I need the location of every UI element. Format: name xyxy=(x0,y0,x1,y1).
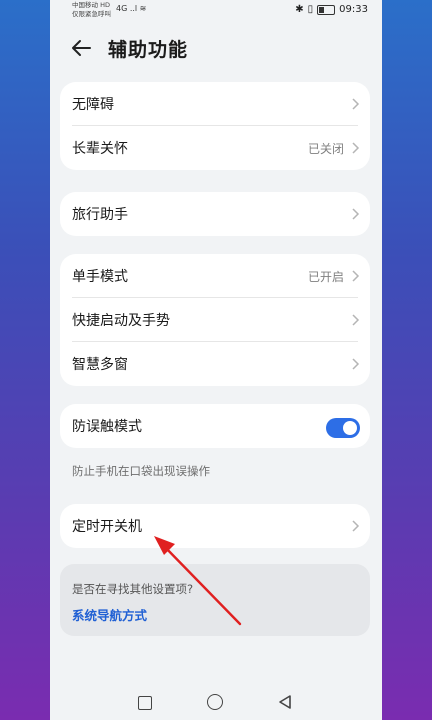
row-label: 防误触模式 xyxy=(72,419,142,435)
settings-group-accessibility: 无障碍 长辈关怀 已关闭 xyxy=(60,82,370,170)
carrier-status: 仅限紧急呼叫 xyxy=(72,10,111,18)
row-label: 智慧多窗 xyxy=(72,357,128,373)
mistouch-hint: 防止手机在口袋出现误操作 xyxy=(72,464,210,478)
row-elder-care[interactable]: 长辈关怀 已关闭 xyxy=(60,126,370,170)
settings-group-gestures: 单手模式 已开启 快捷启动及手势 智慧多窗 xyxy=(60,254,370,386)
row-label: 无障碍 xyxy=(72,97,114,113)
suggestion-link[interactable]: 系统导航方式 xyxy=(72,605,147,624)
signal-icon: 4G ..l ≋ xyxy=(116,4,147,13)
suggestion-question: 是否在寻找其他设置项? xyxy=(72,582,194,596)
carrier-info: 中国移动 HD 仅限紧急呼叫 xyxy=(72,1,111,19)
row-label: 长辈关怀 xyxy=(72,141,128,157)
navigation-bar xyxy=(50,684,382,720)
row-scheduled-power[interactable]: 定时开关机 xyxy=(60,504,370,548)
status-right: ✱ ▯ 09:33 xyxy=(295,4,368,15)
suggestion-card: 是否在寻找其他设置项? 系统导航方式 xyxy=(60,564,370,636)
row-multi-window[interactable]: 智慧多窗 xyxy=(60,342,370,386)
row-value: 已开启 xyxy=(307,269,344,284)
page-title: 辅助功能 xyxy=(108,38,189,61)
settings-group-travel: 旅行助手 xyxy=(60,192,370,236)
chevron-right-icon xyxy=(352,208,360,220)
row-label: 定时开关机 xyxy=(72,519,142,535)
row-mistouch-mode: 防误触模式 xyxy=(60,404,370,448)
row-label: 单手模式 xyxy=(72,269,128,285)
chevron-right-icon xyxy=(352,98,360,110)
recent-apps-icon[interactable] xyxy=(138,696,152,710)
settings-group-scheduled-power: 定时开关机 xyxy=(60,504,370,548)
back-arrow-icon[interactable] xyxy=(70,37,92,59)
carrier-name: 中国移动 HD xyxy=(72,1,110,9)
settings-screen: 中国移动 HD 仅限紧急呼叫 4G ..l ≋ ✱ ▯ 09:33 辅助功能 无… xyxy=(50,0,382,720)
chevron-right-icon xyxy=(352,314,360,326)
clock: 09:33 xyxy=(339,4,368,15)
nav-back-icon[interactable] xyxy=(278,694,292,710)
row-label: 快捷启动及手势 xyxy=(72,313,170,329)
row-value: 已关闭 xyxy=(307,141,344,156)
chevron-right-icon xyxy=(352,270,360,282)
page-header: 辅助功能 xyxy=(70,34,188,62)
row-shortcuts-gestures[interactable]: 快捷启动及手势 xyxy=(60,298,370,342)
vibrate-icon: ▯ xyxy=(307,4,314,15)
row-accessibility[interactable]: 无障碍 xyxy=(60,82,370,126)
settings-group-mistouch: 防误触模式 xyxy=(60,404,370,448)
chevron-right-icon xyxy=(352,520,360,532)
chevron-right-icon xyxy=(352,142,360,154)
row-one-hand-mode[interactable]: 单手模式 已开启 xyxy=(60,254,370,298)
row-travel-assistant[interactable]: 旅行助手 xyxy=(60,192,370,236)
home-icon[interactable] xyxy=(207,694,223,710)
mistouch-toggle[interactable] xyxy=(326,418,360,438)
row-label: 旅行助手 xyxy=(72,207,128,223)
bluetooth-icon: ✱ xyxy=(295,4,304,15)
battery-icon xyxy=(317,4,336,15)
status-bar: 中国移动 HD 仅限紧急呼叫 4G ..l ≋ ✱ ▯ 09:33 xyxy=(50,0,382,22)
chevron-right-icon xyxy=(352,358,360,370)
